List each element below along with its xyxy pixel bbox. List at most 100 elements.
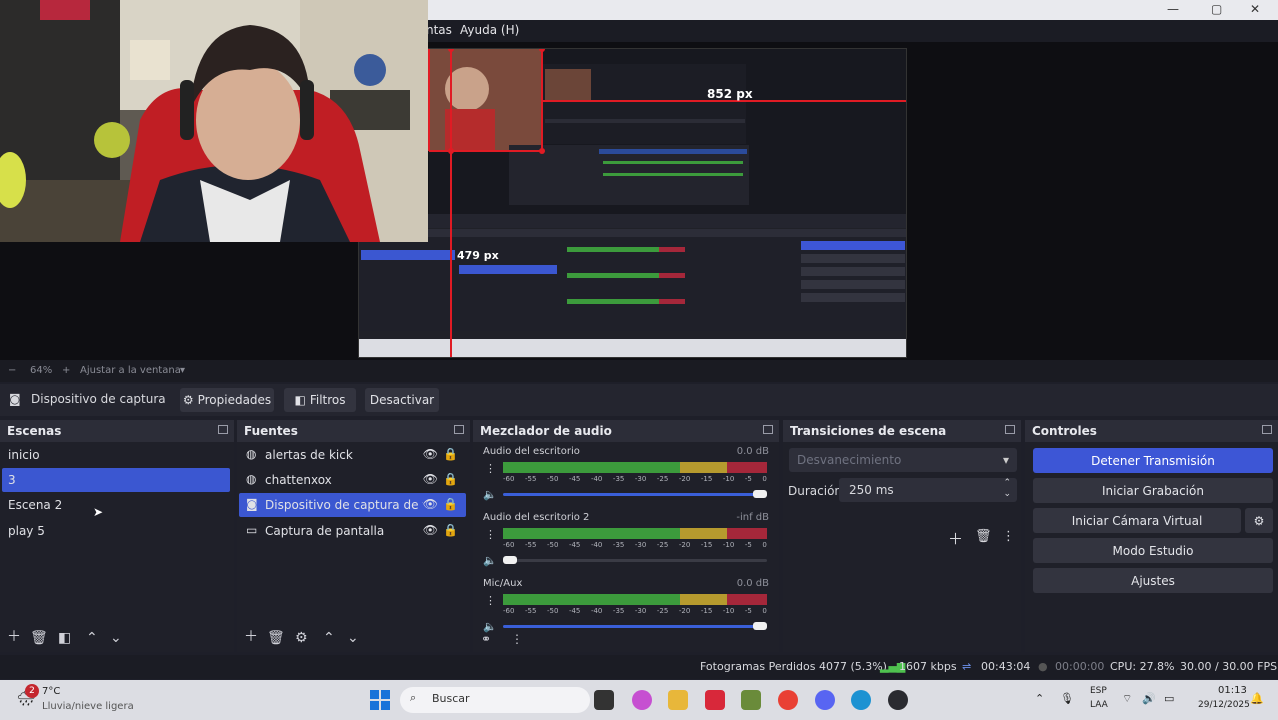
discord-icon[interactable] [815,690,835,710]
source-item-chattenxox[interactable]: ◍ chattenxox 👁 🔒 [239,468,466,492]
windows-start-icon[interactable] [370,690,390,710]
volume-knob[interactable] [503,556,517,564]
track-menu-icon[interactable]: ⋮ [485,528,496,541]
zoom-out-button[interactable]: − [8,365,16,376]
speaker-icon[interactable]: 🔈 [483,554,497,567]
track-menu-icon[interactable]: ⋮ [485,594,496,607]
zoom-in-button[interactable]: + [62,365,70,376]
search-input[interactable]: ⌕ Buscar [400,687,590,713]
eye-icon[interactable]: 👁 [423,523,438,537]
copilot-icon[interactable] [632,690,652,710]
trash-icon[interactable]: 🗑 [30,630,48,646]
eye-icon[interactable]: 👁 [422,497,438,511]
move-up-icon[interactable]: ⌃ [86,630,98,646]
move-down-icon[interactable]: ⌄ [110,630,122,646]
add-scene-button[interactable]: ＋ [7,626,21,646]
task-view-icon[interactable] [594,690,614,710]
chrome-icon[interactable] [778,690,798,710]
volume-slider[interactable] [503,625,767,628]
wifi-icon[interactable]: ⌔ [1122,692,1132,706]
gear-icon[interactable]: ⚙ [295,630,308,646]
source-label: chattenxox [265,473,332,487]
filters-label: Filtros [309,393,346,407]
scale-tick: -30 [634,475,647,483]
studio-mode-button[interactable]: Modo Estudio [1033,538,1273,563]
clock-date[interactable]: 29/12/2025 [1198,700,1250,710]
start-recording-button[interactable]: Iniciar Grabación [1033,478,1273,503]
move-up-icon[interactable]: ⌃ [323,630,335,646]
undock-icon[interactable] [218,425,228,434]
scale-tick: 0 [762,541,767,549]
add-transition-button[interactable]: ＋ [948,528,963,549]
deactivate-button[interactable]: Desactivar [365,388,439,412]
virtual-cam-button[interactable]: Iniciar Cámara Virtual [1033,508,1241,533]
scale-tick: -25 [656,475,669,483]
volume-knob[interactable] [753,622,767,630]
transition-menu-icon[interactable]: ⋮ [1002,529,1015,544]
source-item-captura-pantalla[interactable]: ▭ Captura de pantalla 👁 🔒 [239,519,466,543]
clock-time[interactable]: 01:13 [1218,685,1247,696]
undock-icon[interactable] [763,425,773,434]
battery-icon[interactable]: ▭ [1164,692,1174,705]
volume-slider[interactable] [503,559,767,562]
stop-stream-button[interactable]: Detener Transmisión [1033,448,1273,473]
edge-icon[interactable] [851,690,871,710]
spin-down-icon[interactable]: ⌄ [1003,489,1011,499]
track-name: Audio del escritorio 2 [483,512,590,523]
trash-icon[interactable]: 🗑 [267,630,285,646]
app-icon[interactable] [705,690,725,710]
chevron-down-icon[interactable]: ▾ [180,365,185,376]
trash-icon[interactable]: 🗑 [975,529,992,544]
scene-filter-icon[interactable]: ◧ [58,630,71,646]
chevron-up-icon[interactable]: ⌃ [1035,692,1044,705]
maximize-button[interactable]: ▢ [1211,2,1222,16]
undock-icon[interactable] [454,425,464,434]
microphone-icon[interactable]: 🎙 [1060,692,1074,705]
track-name: Mic/Aux [483,578,523,589]
notification-icon[interactable]: 🔔 [1250,692,1264,705]
spin-up-icon[interactable]: ⌃ [1003,478,1011,488]
volume-knob[interactable] [753,490,767,498]
add-source-button[interactable]: ＋ [244,626,258,646]
speaker-icon[interactable]: 🔈 [483,488,497,501]
language-bottom[interactable]: LAA [1090,700,1108,710]
settings-button[interactable]: Ajustes [1033,568,1273,593]
lock-icon[interactable]: 🔒 [443,447,458,461]
eye-icon[interactable]: 👁 [423,472,438,486]
link-icon[interactable]: ⚭ [481,632,491,646]
scene-item-inicio[interactable]: inicio [2,443,230,467]
undock-icon[interactable] [1262,425,1272,434]
transition-select[interactable]: Desvanecimiento ▾ [789,448,1017,472]
controls-body: Detener Transmisión Iniciar Grabación In… [1025,442,1278,652]
close-button[interactable]: ✕ [1250,2,1260,16]
zoom-fit-select[interactable]: Ajustar a la ventana [80,365,181,376]
duration-field[interactable]: 250 ms ⌃ ⌄ [839,478,1017,502]
scene-item-3[interactable]: 3 [2,468,230,492]
language-top[interactable]: ESP [1090,686,1107,696]
source-item-captura-video[interactable]: ◙ Dispositivo de captura de vídeo 👁 🔒 [239,493,466,517]
scale-tick: -45 [568,541,581,549]
lock-icon[interactable]: 🔒 [443,523,458,537]
gear-icon[interactable]: ⚙ [1245,508,1273,533]
properties-button[interactable]: ⚙ Propiedades [180,388,274,412]
scene-item-play-5[interactable]: play 5 [2,519,230,543]
lock-icon[interactable]: 🔒 [443,497,458,511]
move-down-icon[interactable]: ⌄ [347,630,359,646]
volume-slider[interactable] [503,493,767,496]
game-app-icon[interactable] [741,690,761,710]
lock-icon[interactable]: 🔒 [443,472,458,486]
source-item-alertas[interactable]: ◍ alertas de kick 👁 🔒 [239,443,466,467]
file-explorer-icon[interactable] [668,690,688,710]
volume-icon[interactable]: 🔊 [1142,692,1156,705]
menu-item-ventanas[interactable]: ntas [426,23,452,37]
eye-icon[interactable]: 👁 [423,447,438,461]
filters-button[interactable]: ◧ Filtros [284,388,356,412]
dropped-frames: Fotogramas Perdidos 4077 (5.3%) [700,660,887,673]
mixer-menu-icon[interactable]: ⋮ [511,632,523,646]
undock-icon[interactable] [1005,425,1015,434]
obs-icon[interactable] [888,690,908,710]
track-menu-icon[interactable]: ⋮ [485,462,496,475]
scene-item-escena-2[interactable]: Escena 2 [2,493,230,517]
menu-item-ayuda[interactable]: Ayuda (H) [460,23,519,37]
minimize-button[interactable]: — [1167,2,1179,16]
